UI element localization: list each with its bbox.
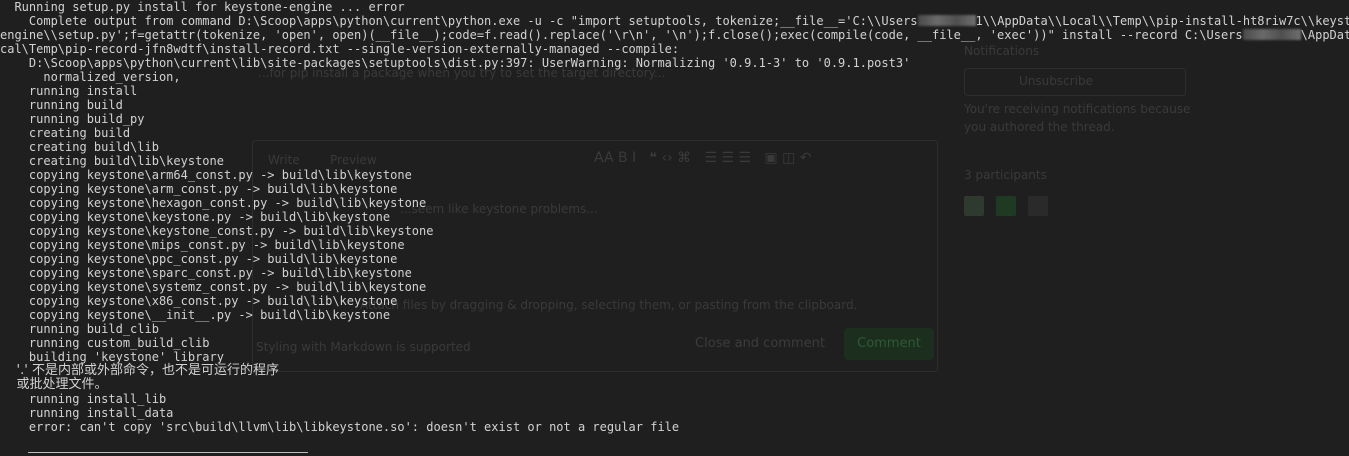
console-line-error-cn-2: 或批处理文件。 bbox=[0, 377, 108, 392]
console-lines: D:\Scoop\apps\python\current\lib\site-pa… bbox=[0, 56, 1349, 364]
console-line: copying keystone\__init__.py -> build\li… bbox=[0, 308, 391, 322]
console-line: copying keystone\mips_const.py -> build\… bbox=[0, 238, 405, 252]
console-line-header: Running setup.py install for keystone-en… bbox=[0, 0, 405, 14]
redacted-username bbox=[1242, 29, 1301, 40]
screen: Notifications Unsubscribe You're receivi… bbox=[0, 0, 1349, 456]
console-line: running install bbox=[0, 84, 138, 98]
console-line: copying keystone\systemz_const.py -> bui… bbox=[0, 280, 427, 294]
console-line: copying keystone\keystone_const.py -> bu… bbox=[0, 224, 434, 238]
console-line: copying keystone\x86_const.py -> build\l… bbox=[0, 294, 398, 308]
console-line: copying keystone\arm_const.py -> build\l… bbox=[0, 182, 398, 196]
console-line: running build_clib bbox=[0, 322, 159, 336]
console-line: running custom_build_clib bbox=[0, 336, 210, 350]
console-line: copying keystone\arm64_const.py -> build… bbox=[0, 168, 412, 182]
console-line: creating build\lib\keystone bbox=[0, 154, 224, 168]
console-line-command-3: cal\Temp\pip-record-jfn8wdtf\install-rec… bbox=[0, 42, 680, 56]
terminal-output: Running setup.py install for keystone-en… bbox=[0, 0, 1349, 456]
console-line: running install_lib bbox=[0, 392, 167, 406]
console-line: copying keystone\hexagon_const.py -> bui… bbox=[0, 196, 427, 210]
console-line: running build_py bbox=[0, 112, 145, 126]
console-line: copying keystone\sparc_const.py -> build… bbox=[0, 266, 412, 280]
console-line: copying keystone\keystone.py -> build\li… bbox=[0, 210, 391, 224]
command-text-cont: \AppData\Lo bbox=[1300, 28, 1349, 42]
command-text-cont: 1\\AppData\\Local\\Temp\\pip-install-ht8… bbox=[975, 14, 1349, 28]
command-text: Complete output from command D:\Scoop\ap… bbox=[0, 14, 918, 28]
console-line-command: Complete output from command D:\Scoop\ap… bbox=[0, 14, 1349, 28]
console-line: creating build\lib bbox=[0, 140, 159, 154]
console-line: copying keystone\ppc_const.py -> build\l… bbox=[0, 252, 398, 266]
command-text: engine\\setup.py';f=getattr(tokenize, 'o… bbox=[0, 28, 1243, 42]
console-line-error-cn-1: '.' 不是内部或外部命令，也不是可运行的程序 bbox=[0, 363, 279, 378]
console-line: normalized_version, bbox=[0, 70, 181, 84]
console-line: running install_data bbox=[0, 406, 174, 420]
divider-line bbox=[28, 452, 308, 453]
console-tail-lines: running install_lib running install_data… bbox=[0, 392, 1349, 434]
console-line: creating build bbox=[0, 126, 131, 140]
console-line: building 'keystone' library bbox=[0, 350, 224, 364]
console-line: running build bbox=[0, 98, 123, 112]
console-line-command-2: engine\\setup.py';f=getattr(tokenize, 'o… bbox=[0, 28, 1349, 42]
console-line: D:\Scoop\apps\python\current\lib\site-pa… bbox=[0, 56, 911, 70]
redacted-username bbox=[917, 15, 976, 26]
console-line: error: can't copy 'src\build\llvm\lib\li… bbox=[0, 420, 680, 434]
